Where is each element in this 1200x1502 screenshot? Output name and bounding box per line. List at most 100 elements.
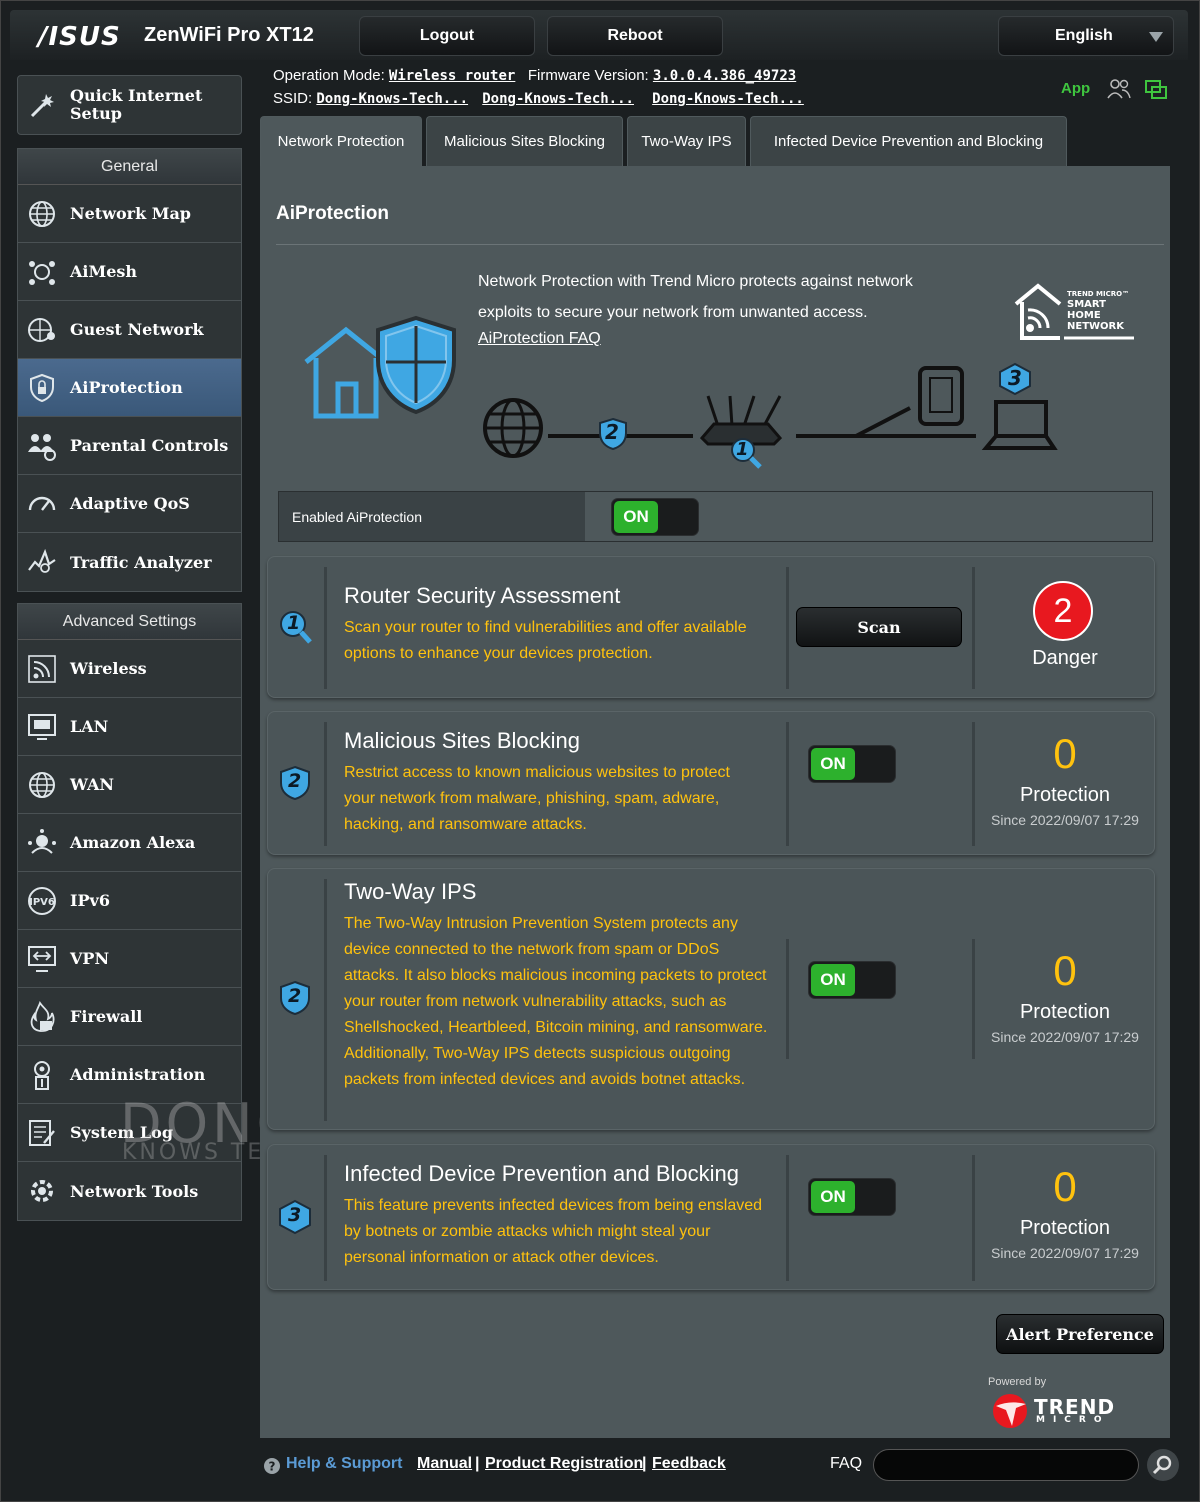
house-shield-icon <box>304 315 456 419</box>
language-value: English <box>1055 27 1113 44</box>
protection-count: 0 <box>1053 1163 1077 1210</box>
smart-home-line-4: NETWORK <box>1067 321 1125 332</box>
diagram-badge-2: 2 <box>605 420 619 444</box>
card-description: Scan your router to find vulnerabilities… <box>344 619 747 662</box>
alexa-icon <box>28 829 56 854</box>
lan-icon <box>28 714 56 740</box>
title-divider <box>276 244 1164 245</box>
alert-preference-button[interactable]: Alert Preference <box>996 1314 1164 1354</box>
help-icon: ? <box>264 1458 280 1474</box>
firewall-icon <box>30 1001 55 1032</box>
ssid-link-3[interactable]: Dong-Knows-Tech... <box>652 91 804 107</box>
sidebar-item-network-tools[interactable]: Network Tools <box>18 1162 241 1220</box>
smart-home-line-2: SMART <box>1067 299 1106 310</box>
network-diagram <box>483 366 1058 458</box>
aiprotection-faq-link[interactable]: AiProtection FAQ <box>478 330 601 348</box>
product-registration-link[interactable]: Product Registration <box>485 1455 643 1473</box>
manual-link[interactable]: Manual <box>417 1455 472 1473</box>
card-title: Two-Way IPS <box>344 879 477 904</box>
danger-label: Danger <box>1032 647 1098 669</box>
trend-micro-logo-icon <box>993 1394 1027 1428</box>
aiprotection-toggle[interactable]: ON <box>611 498 699 536</box>
sidebar-item-parental-controls[interactable]: Parental Controls <box>18 417 241 475</box>
toggle-on-label: ON <box>614 501 658 533</box>
tools-icon <box>31 1180 53 1202</box>
footer-separator: | <box>475 1455 480 1472</box>
page-title: AiProtection <box>276 203 389 224</box>
svg-text:IPV6: IPV6 <box>29 897 55 908</box>
faq-search-input[interactable] <box>873 1449 1139 1481</box>
asus-logo: /ISUS <box>38 22 121 52</box>
model-name: ZenWiFi Pro XT12 <box>144 24 314 46</box>
protection-count: 0 <box>1053 730 1077 777</box>
sidebar-general: General Network Map AiMesh Guest Network… <box>17 148 242 592</box>
card-divider <box>972 567 975 689</box>
sidebar-item-vpn[interactable]: VPN <box>18 930 241 988</box>
reboot-button[interactable]: Reboot <box>547 16 723 56</box>
sidebar-item-wan[interactable]: WAN <box>18 756 241 814</box>
protection-count: 0 <box>1053 947 1077 994</box>
wan-globe-icon <box>29 772 55 798</box>
sidebar-item-guest-network[interactable]: Guest Network <box>18 301 241 359</box>
powered-by-label: Powered by <box>988 1376 1047 1388</box>
feedback-link[interactable]: Feedback <box>652 1455 726 1473</box>
sidebar-item-aimesh[interactable]: AiMesh <box>18 243 241 301</box>
gauge-icon <box>28 496 56 511</box>
usb-device-icon[interactable] <box>1144 79 1168 101</box>
tab-malicious-sites-blocking[interactable]: Malicious Sites Blocking <box>426 116 623 166</box>
sidebar-advanced-header: Advanced Settings <box>18 604 241 640</box>
sidebar-item-firewall[interactable]: Firewall <box>18 988 241 1046</box>
sidebar-item-lan[interactable]: LAN <box>18 698 241 756</box>
card-description: The Two-Way Intrusion Prevention System … <box>344 915 768 1088</box>
enable-aiprotection-label: Enabled AiProtection <box>279 492 585 541</box>
quick-internet-setup[interactable]: Quick Internet Setup <box>17 75 242 135</box>
diagram-badge-1: 1 <box>736 439 749 460</box>
card-title: Malicious Sites Blocking <box>344 728 580 753</box>
card-divider <box>786 939 789 1059</box>
tab-two-way-ips[interactable]: Two-Way IPS <box>627 116 746 166</box>
scan-button[interactable]: Scan <box>796 607 962 647</box>
protection-since: Since 2022/09/07 17:29 <box>991 812 1139 828</box>
users-icon[interactable] <box>1106 78 1132 100</box>
malicious-sites-blocking-card: 2 Malicious Sites Blocking Restrict acce… <box>267 711 1155 855</box>
footer-separator: | <box>642 1455 647 1472</box>
malicious-sites-toggle[interactable]: ON <box>808 745 896 783</box>
guest-globe-icon <box>28 318 55 342</box>
infected-device-toggle[interactable]: ON <box>808 1178 896 1216</box>
tab-infected-device-prevention[interactable]: Infected Device Prevention and Blocking <box>750 116 1067 166</box>
danger-count-badge: 2 <box>1033 581 1093 641</box>
search-icon <box>1152 1455 1172 1475</box>
protection-since: Since 2022/09/07 17:29 <box>991 1029 1139 1045</box>
card-badge-number: 2 <box>288 770 302 792</box>
logout-button[interactable]: Logout <box>359 16 535 56</box>
firmware-link[interactable]: 3.0.0.4.386_49723 <box>653 68 796 84</box>
help-support-link[interactable]: Help & Support <box>286 1455 402 1473</box>
card-badge-number: 3 <box>288 1204 302 1226</box>
globe-icon <box>29 201 55 227</box>
sidebar-item-adaptive-qos[interactable]: Adaptive QoS <box>18 475 241 533</box>
sidebar-item-traffic-analyzer[interactable]: Traffic Analyzer <box>18 533 241 591</box>
sidebar-item-network-map[interactable]: Network Map <box>18 185 241 243</box>
faq-label: FAQ <box>830 1455 863 1472</box>
sidebar-item-ipv6[interactable]: IPV6 IPv6 <box>18 872 241 930</box>
sidebar-item-amazon-alexa[interactable]: Amazon Alexa <box>18 814 241 872</box>
search-button[interactable] <box>1147 1449 1179 1481</box>
tab-network-protection[interactable]: Network Protection <box>260 116 422 166</box>
two-way-ips-card: 2 Two-Way IPS The Two-Way Intrusion Prev… <box>267 868 1155 1130</box>
sidebar-item-wireless[interactable]: Wireless <box>18 640 241 698</box>
card-divider <box>786 722 789 846</box>
language-select[interactable]: English <box>998 16 1174 56</box>
operation-mode-line: Operation Mode: Wireless router Firmware… <box>273 67 797 84</box>
ssid-line: SSID: Dong-Knows-Tech... Dong-Knows-Tech… <box>273 90 804 107</box>
aiprotection-description: Network Protection with Trend Micro prot… <box>478 273 913 321</box>
card-title: Infected Device Prevention and Blocking <box>344 1161 740 1186</box>
app-link[interactable]: App <box>1061 80 1090 97</box>
card-divider <box>324 722 327 846</box>
protection-label: Protection <box>1019 784 1111 806</box>
sidebar-item-aiprotection[interactable]: AiProtection <box>18 359 241 417</box>
ssid-link-1[interactable]: Dong-Knows-Tech... <box>316 91 468 107</box>
ssid-link-2[interactable]: Dong-Knows-Tech... <box>482 91 634 107</box>
diagram-badge-3: 3 <box>1008 366 1022 390</box>
operation-mode-link[interactable]: Wireless router <box>389 68 515 84</box>
two-way-ips-toggle[interactable]: ON <box>808 961 896 999</box>
